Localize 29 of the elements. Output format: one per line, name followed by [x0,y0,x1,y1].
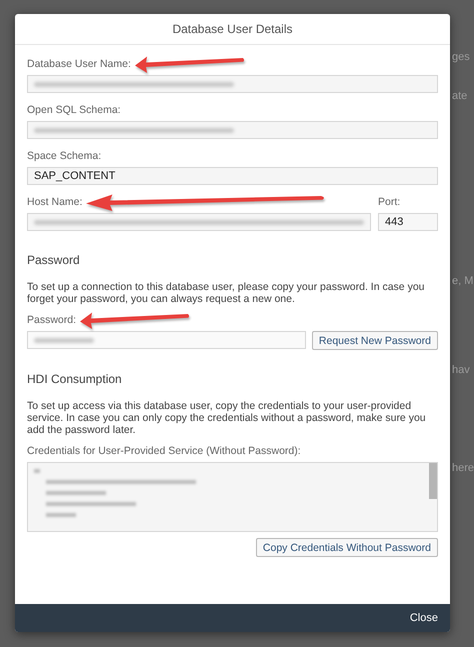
description-text: To set up a connection to this database user, please copy your password. In case you forget your password, you can always request a new one. [27,281,426,305]
dialog-title: Database User Details [172,22,293,36]
field-label: Database User Name: [27,58,131,70]
input-field[interactable] [27,121,438,139]
field-label: Password: [27,314,76,326]
section-heading: HDI Consumption [27,372,123,386]
field-label: Host Name: [27,196,82,208]
credentials-textarea[interactable] [27,462,438,532]
background-text: hav [452,364,471,376]
background-text: ges [452,51,471,63]
input-field[interactable]: 443 [378,213,438,231]
field-label: Space Schema: [27,150,102,162]
background-text: ate [452,90,468,102]
field-label: Credentials for User-Provided Service (Without Password): [27,445,301,457]
request-password-button[interactable]: Request New Password [312,331,438,350]
field-label: Port: [378,196,400,208]
description-text: To set up access via this database user, copy the credentials to your user-provided service. In case you can only copy the credentials without a password, make sure you add the password later. [27,400,427,436]
input-field[interactable] [27,75,438,93]
section-heading: Password [27,253,81,267]
input-field[interactable] [27,213,371,231]
field-label: Open SQL Schema: [27,104,121,116]
input-field[interactable] [27,331,306,349]
scrollbar[interactable] [428,463,437,499]
input-field[interactable]: SAP_CONTENT [27,167,438,185]
background-text: here [452,462,474,474]
copy-credentials-button[interactable]: Copy Credentials Without Password [256,538,438,557]
background-text: e, M [452,275,474,287]
close-button[interactable]: Close [408,610,440,626]
blurred-text [34,338,94,342]
